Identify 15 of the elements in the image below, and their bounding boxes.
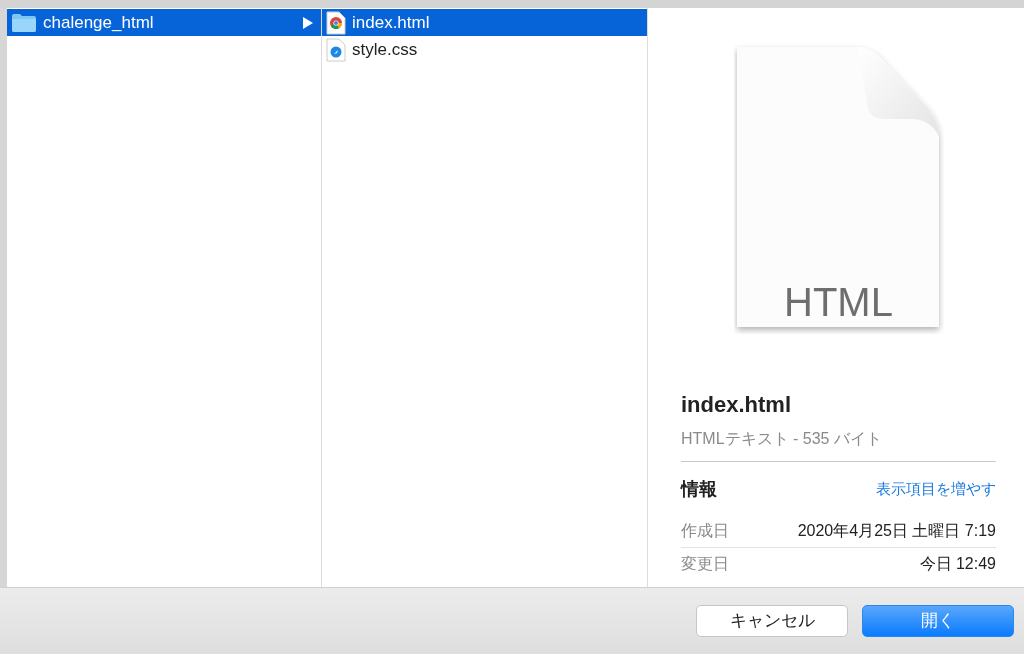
file-row[interactable]: style.css (322, 36, 647, 63)
info-label: 変更日 (681, 554, 729, 574)
show-more-link[interactable]: 表示項目を増やす (876, 478, 996, 501)
file-kind-size: HTMLテキスト - 535 バイト (681, 427, 996, 462)
info-label: 作成日 (681, 521, 729, 541)
open-button[interactable]: 開く (862, 605, 1014, 637)
info-heading: 情報 (681, 478, 717, 501)
folder-icon (11, 12, 37, 33)
file-name: index.html (681, 391, 792, 419)
cancel-button[interactable]: キャンセル (696, 605, 848, 637)
compass-document-icon (326, 37, 346, 62)
file-row[interactable]: chalenge_html (7, 9, 321, 36)
info-value: 今日 12:49 (919, 554, 996, 574)
file-row[interactable]: index.html (322, 9, 647, 36)
info-value: 2020年4月25日 土曜日 7:19 (797, 521, 996, 541)
